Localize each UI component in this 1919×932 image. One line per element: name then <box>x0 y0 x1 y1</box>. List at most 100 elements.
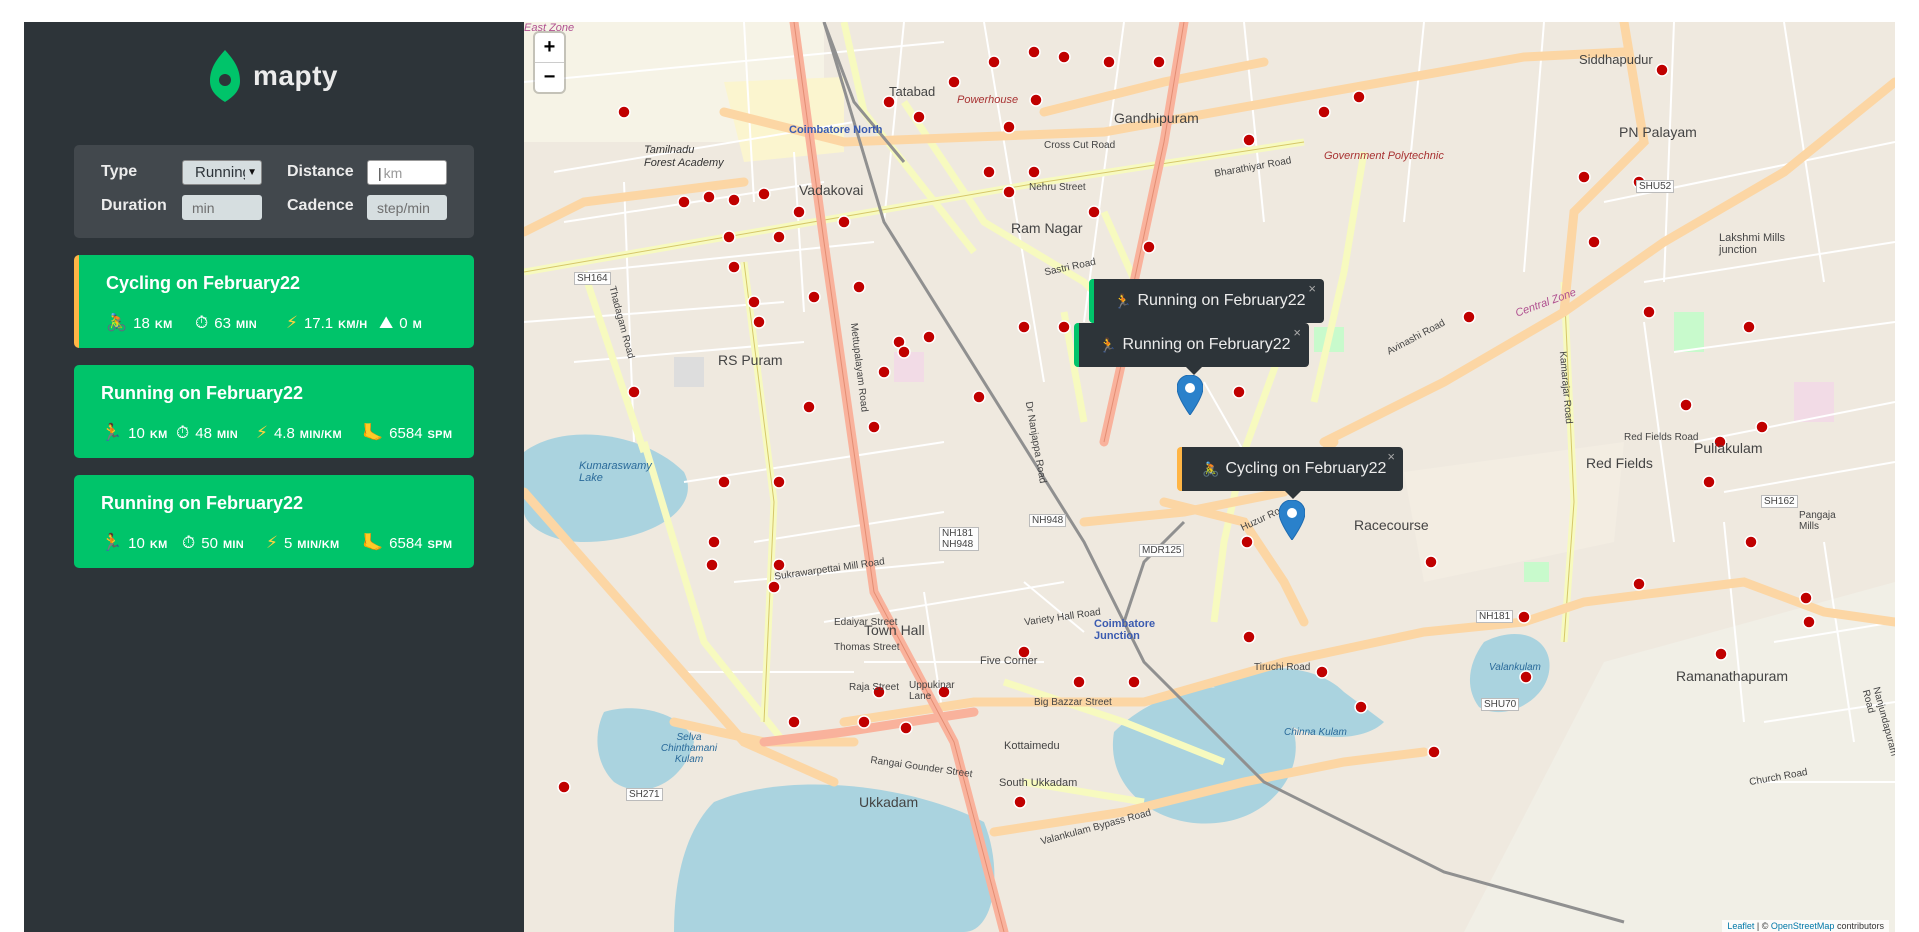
osm-link[interactable]: OpenStreetMap <box>1771 921 1835 931</box>
map-label: Government Polytechnic <box>1324 150 1444 162</box>
leaflet-link[interactable]: Leaflet <box>1727 921 1754 931</box>
close-icon[interactable]: × <box>1308 281 1316 296</box>
map-marker-icon[interactable] <box>1279 500 1305 540</box>
map-label: Coimbatore Junction <box>1094 618 1156 642</box>
popup-label: Running on February22 <box>1137 292 1306 309</box>
workout-item-running[interactable]: Running on February22 🏃 10 KM ⏱ 48 MIN ⚡… <box>74 365 474 458</box>
popup-tip <box>1186 367 1202 375</box>
map-label: Thadagam Road <box>606 285 637 360</box>
workout-cadence: 🦶 6584 SPM <box>362 423 453 442</box>
workout-pace: ⚡ 5 MIN/KM <box>266 533 340 552</box>
road-shield: SHU52 <box>1636 180 1675 193</box>
type-select[interactable]: Running ▼ <box>182 160 262 185</box>
map-label: Red Fields <box>1586 455 1653 471</box>
close-icon[interactable]: × <box>1387 449 1395 464</box>
workout-distance: 🏃 10 KM <box>101 423 168 442</box>
map-label: Kumaraswamy Lake <box>579 460 652 484</box>
popup-tip <box>1284 491 1301 499</box>
cyclist-icon: 🚴 <box>1202 460 1220 477</box>
map-label: Cross Cut Road <box>1044 140 1116 151</box>
zoom-control: + − <box>535 33 564 92</box>
map-label: Nanjundapuram Road <box>1859 685 1895 758</box>
map-pin-logo-icon <box>210 50 240 102</box>
map-label: Raja Street <box>849 682 900 693</box>
zoom-out-button[interactable]: − <box>535 63 564 92</box>
distance-placeholder: km <box>383 164 403 181</box>
road-shield: SH162 <box>1761 495 1798 508</box>
map-label: Avinashi Road <box>1385 317 1448 358</box>
distance-input[interactable]: | km <box>367 160 447 185</box>
workout-duration: ⏱ 50 MIN <box>182 533 245 552</box>
close-icon[interactable]: × <box>1293 325 1301 340</box>
lightning-icon: ⚡ <box>286 313 298 332</box>
runner-icon: 🏃 <box>1099 336 1117 353</box>
chevron-down-icon: ▼ <box>247 167 257 178</box>
workout-item-cycling[interactable]: Cycling on February22 🚴 18 KM ⏱ 63 MIN ⚡… <box>74 255 474 348</box>
map-label: Sukrawarpettai Mill Road <box>773 556 886 583</box>
map-label: Five Corner <box>980 655 1038 667</box>
road-shield: NH181 <box>1476 610 1514 623</box>
map-label: Valankulam Bypass Road <box>1039 807 1153 848</box>
map-label: Rangai Gounder Street <box>869 754 974 781</box>
app-name: mapty <box>253 60 338 91</box>
footprint-icon: 🦶 <box>362 423 384 442</box>
stopwatch-icon: ⏱ <box>195 313 209 332</box>
workout-title: Running on February22 <box>101 493 304 513</box>
map-label: Lakshmi Mills junction <box>1719 232 1786 256</box>
workout-distance: 🏃 10 KM <box>101 533 168 552</box>
map-label: Church Road <box>1748 766 1809 789</box>
map-marker-icon[interactable] <box>1177 375 1203 415</box>
map-label: Red Fields Road <box>1624 432 1699 443</box>
zoom-in-button[interactable]: + <box>535 33 564 63</box>
map-attribution: Leaflet | © OpenStreetMap contributors <box>1722 920 1889 932</box>
workout-item-running[interactable]: Running on February22 🏃 10 KM ⏱ 50 MIN ⚡… <box>74 475 474 568</box>
map-label: Kottaimedu <box>1004 740 1060 752</box>
map-label: Central Zone <box>1513 286 1578 320</box>
map-label: Ram Nagar <box>1011 220 1083 236</box>
workout-title: Running on February22 <box>101 383 304 403</box>
map[interactable]: Coimbatore North Tatabad Siddhapudur Gan… <box>524 22 1895 932</box>
workout-title: Cycling on February22 <box>106 273 301 293</box>
map-label: Pangaja Mills <box>1799 510 1836 532</box>
road-shield: SH164 <box>574 272 611 285</box>
logo: mapty <box>209 50 338 102</box>
map-label: Puliakulam <box>1694 440 1763 456</box>
workout-popup[interactable]: 🚴 Cycling on February22 × <box>1177 447 1403 499</box>
duration-input[interactable]: min <box>182 195 262 220</box>
runner-icon: 🏃 <box>101 423 123 442</box>
map-label: RS Puram <box>718 352 783 368</box>
map-label: Sastri Road <box>1043 256 1097 279</box>
type-select-value: Running <box>195 164 245 181</box>
cadence-label: Cadence <box>287 197 354 214</box>
map-label: Edaiyar Street <box>834 617 898 628</box>
map-label: Variety Hall Road <box>1023 606 1102 629</box>
workout-duration: ⏱ 48 MIN <box>176 423 239 442</box>
workout-elevation: ⛰ 0 M <box>379 313 423 332</box>
cadence-input[interactable]: step/min <box>367 195 447 220</box>
footprint-icon: 🦶 <box>362 533 384 552</box>
lightning-icon: ⚡ <box>256 423 268 442</box>
map-label: Ukkadam <box>859 794 919 810</box>
workout-popup[interactable]: 🏃 Running on February22 × <box>1089 279 1324 323</box>
map-label: Siddhapudur <box>1579 52 1653 67</box>
stopwatch-icon: ⏱ <box>176 423 190 442</box>
map-label: Gandhipuram <box>1114 110 1199 126</box>
workout-distance: 🚴 18 KM <box>106 313 173 332</box>
map-label: Selva Chinthamani Kulam <box>660 732 718 765</box>
map-label: Big Bazzar Street <box>1034 697 1112 708</box>
map-label: Nehru Street <box>1029 182 1086 193</box>
mountain-icon: ⛰ <box>379 313 394 332</box>
attribution-separator: | © <box>1756 921 1769 931</box>
map-label: Valankulam <box>1489 662 1541 673</box>
map-label: Powerhouse <box>957 94 1019 106</box>
map-label: Uppukinar Lane <box>909 680 955 702</box>
workout-popup[interactable]: 🏃 Running on February22 × <box>1074 323 1309 375</box>
popup-label: Cycling on February22 <box>1225 460 1387 477</box>
road-shield: SH271 <box>626 788 663 801</box>
cyclist-icon: 🚴 <box>106 313 128 332</box>
attribution-tail: contributors <box>1836 921 1884 931</box>
map-label: Racecourse <box>1354 517 1429 533</box>
duration-placeholder: min <box>192 199 215 216</box>
map-label: Coimbatore North <box>789 124 883 136</box>
lightning-icon: ⚡ <box>266 533 278 552</box>
